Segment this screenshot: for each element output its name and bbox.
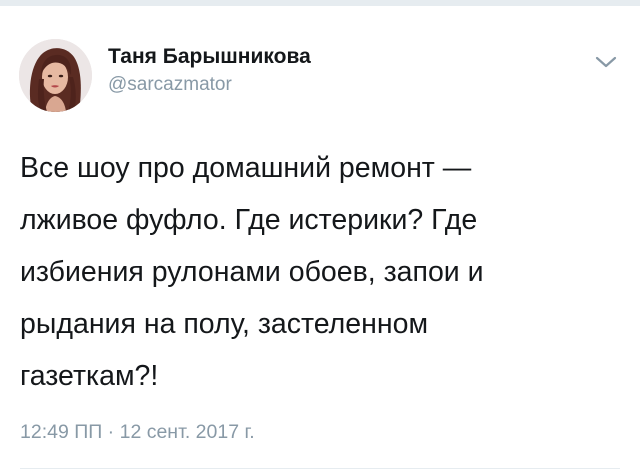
author-handle[interactable]: @sarcazmator [108,73,311,97]
tweet-time: 12:49 ПП [20,421,103,443]
meta-separator: · [107,421,115,443]
bottom-divider [20,468,620,469]
tweet-date: 12 сент. 2017 г. [119,421,255,443]
avatar[interactable] [19,39,92,112]
chevron-down-icon [595,56,617,68]
tweet-text: Все шоу про домашний ремонт — лживое фуф… [20,152,484,392]
tweet-timestamp[interactable]: 12:49 ПП · 12 сент. 2017 г. [20,420,255,444]
tweet-author: Таня Барышникова @sarcazmator [108,44,311,97]
tweet-menu-button[interactable] [592,52,620,72]
tweet-card: Таня Барышникова @sarcazmator Все шоу пр… [0,6,640,475]
profile-photo-icon [19,39,92,112]
author-display-name[interactable]: Таня Барышникова [108,44,311,70]
